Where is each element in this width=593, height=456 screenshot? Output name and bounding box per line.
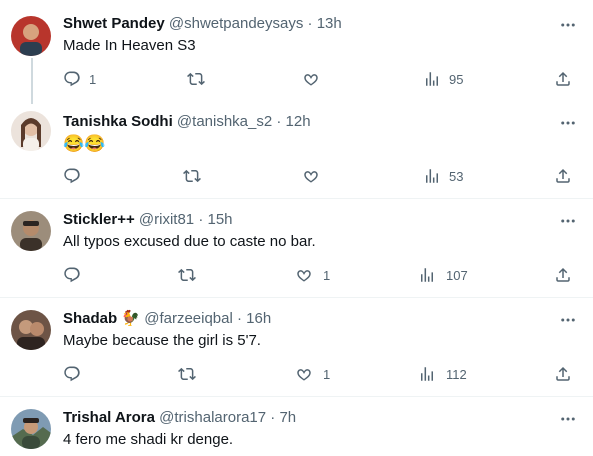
views-button[interactable]: 107 xyxy=(418,265,468,285)
heart-icon xyxy=(295,266,313,284)
reply-button[interactable] xyxy=(63,364,81,384)
separator: · xyxy=(276,113,282,130)
separator: · xyxy=(270,409,276,426)
avatar[interactable] xyxy=(11,409,51,449)
avatar[interactable] xyxy=(11,16,51,56)
reply-icon xyxy=(63,70,81,88)
share-icon xyxy=(554,365,572,383)
views-button[interactable]: 95 xyxy=(423,69,463,89)
divider xyxy=(0,297,593,298)
share-button[interactable] xyxy=(554,166,572,186)
reply-button[interactable] xyxy=(63,166,81,186)
views-count: 53 xyxy=(449,168,464,184)
separator: · xyxy=(307,15,313,32)
retweet-button[interactable] xyxy=(178,265,196,285)
avatar[interactable] xyxy=(11,111,51,151)
retweet-icon xyxy=(178,365,196,383)
divider xyxy=(0,198,593,199)
share-icon xyxy=(554,70,572,88)
retweet-icon xyxy=(178,266,196,284)
tweet-header: Shadab 🐓 @farzeeiqbal · 16h xyxy=(63,309,271,329)
timestamp[interactable]: 7h xyxy=(279,409,296,426)
share-icon xyxy=(554,266,572,284)
views-count: 107 xyxy=(446,267,468,283)
tweet-text: Made In Heaven S3 xyxy=(63,37,196,54)
timestamp[interactable]: 12h xyxy=(286,113,311,130)
tweet-text: Maybe because the girl is 5'7. xyxy=(63,332,261,349)
display-name[interactable]: Stickler++ xyxy=(63,211,135,228)
views-icon xyxy=(418,266,436,284)
thread-line xyxy=(31,58,33,104)
divider xyxy=(0,396,593,397)
timestamp[interactable]: 15h xyxy=(207,211,232,228)
share-icon xyxy=(554,167,572,185)
share-button[interactable] xyxy=(554,364,572,384)
tweet-header: Shwet Pandey @shwetpandeysays · 13h xyxy=(63,14,342,34)
display-name[interactable]: Shadab xyxy=(63,310,117,327)
more-icon[interactable] xyxy=(558,211,578,231)
user-handle[interactable]: @farzeeiqbal xyxy=(144,310,233,327)
like-button[interactable]: 1 xyxy=(295,364,330,384)
retweet-button[interactable] xyxy=(183,166,201,186)
views-button[interactable]: 53 xyxy=(423,166,463,186)
retweet-icon xyxy=(183,167,201,185)
reply-icon xyxy=(63,365,81,383)
views-icon xyxy=(423,70,441,88)
avatar[interactable] xyxy=(11,211,51,251)
tweet-header: Tanishka Sodhi @tanishka_s2 · 12h xyxy=(63,112,311,132)
reply-icon xyxy=(63,266,81,284)
reply-button[interactable]: 1 xyxy=(63,69,96,89)
avatar[interactable] xyxy=(11,310,51,350)
tweet-header: Trishal Arora @trishalarora17 · 7h xyxy=(63,408,296,428)
tweet-text: 4 fero me shadi kr denge. xyxy=(63,431,234,448)
retweet-button[interactable] xyxy=(178,364,196,384)
more-icon[interactable] xyxy=(558,310,578,330)
user-handle[interactable]: @shwetpandeysays xyxy=(169,15,303,32)
tweet-text: 😂😂 xyxy=(63,134,106,153)
reply-button[interactable] xyxy=(63,265,81,285)
views-icon xyxy=(423,167,441,185)
retweet-button[interactable] xyxy=(187,69,205,89)
user-handle[interactable]: @rixit81 xyxy=(139,211,194,228)
like-button[interactable] xyxy=(302,166,320,186)
more-icon[interactable] xyxy=(558,409,578,429)
share-button[interactable] xyxy=(554,69,572,89)
views-count: 95 xyxy=(449,71,464,87)
tweet-header: Stickler++ @rixit81 · 15h xyxy=(63,210,233,230)
like-button[interactable]: 1 xyxy=(295,265,330,285)
heart-icon xyxy=(302,167,320,185)
views-icon xyxy=(418,365,436,383)
separator: · xyxy=(237,310,242,327)
retweet-icon xyxy=(187,70,205,88)
more-icon[interactable] xyxy=(558,15,578,35)
more-icon[interactable] xyxy=(558,113,578,133)
reply-icon xyxy=(63,167,81,185)
views-count: 112 xyxy=(446,366,467,382)
separator: · xyxy=(198,211,204,228)
like-count: 1 xyxy=(323,366,331,382)
heart-icon xyxy=(302,70,320,88)
user-handle[interactable]: @tanishka_s2 xyxy=(177,113,272,130)
like-count: 1 xyxy=(323,267,331,283)
timestamp[interactable]: 13h xyxy=(317,15,342,32)
like-button[interactable] xyxy=(302,69,320,89)
timestamp[interactable]: 16h xyxy=(246,310,271,327)
user-handle[interactable]: @trishalarora17 xyxy=(159,409,266,426)
reply-count: 1 xyxy=(89,71,97,87)
rooster-badge-icon: 🐓 xyxy=(121,310,141,327)
display-name[interactable]: Shwet Pandey xyxy=(63,15,165,32)
tweet-text: All typos excused due to caste no bar. xyxy=(63,233,316,250)
views-button[interactable]: 112 xyxy=(418,364,467,384)
heart-icon xyxy=(295,365,313,383)
display-name[interactable]: Trishal Arora xyxy=(63,409,155,426)
display-name[interactable]: Tanishka Sodhi xyxy=(63,113,173,130)
share-button[interactable] xyxy=(554,265,572,285)
